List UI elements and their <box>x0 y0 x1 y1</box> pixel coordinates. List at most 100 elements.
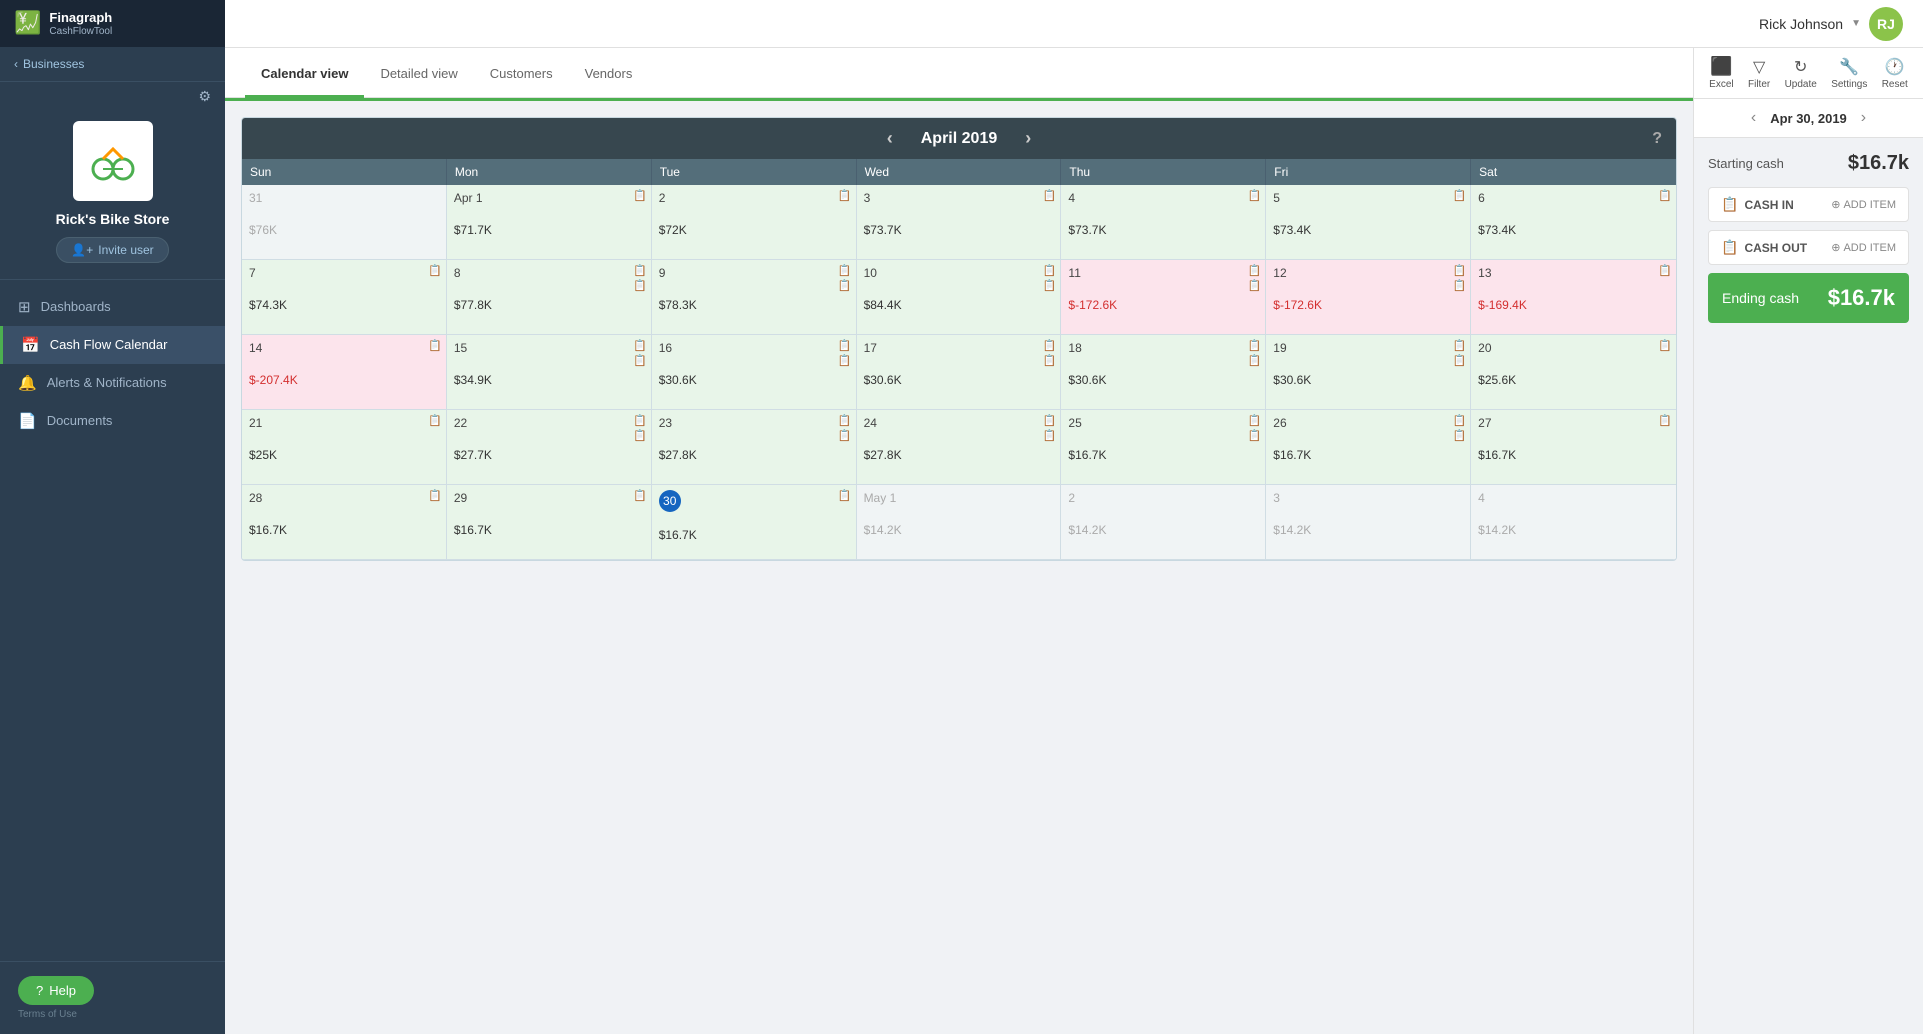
cell-add-icon[interactable]: 📋 <box>1452 354 1466 367</box>
cell-add-icon[interactable]: 📋 <box>1043 354 1057 367</box>
calendar-cell[interactable]: 📋📋11$-172.6K <box>1061 260 1266 335</box>
calendar-cell[interactable]: 📋📋18$30.6K <box>1061 335 1266 410</box>
prev-month-button[interactable]: ‹ <box>879 128 901 149</box>
calendar-cell[interactable]: May 1$14.2K <box>857 485 1062 560</box>
calendar-cell[interactable]: 2$14.2K <box>1061 485 1266 560</box>
calendar-cell[interactable]: 4$14.2K <box>1471 485 1676 560</box>
next-date-button[interactable]: › <box>1861 109 1866 127</box>
cell-edit-icon[interactable]: 📋 <box>1658 189 1672 202</box>
cell-edit-icon[interactable]: 📋 <box>1658 264 1672 277</box>
invite-user-button[interactable]: 👤+ Invite user <box>56 237 168 263</box>
calendar-cell[interactable]: 📋📋24$27.8K <box>857 410 1062 485</box>
cell-add-icon[interactable]: 📋 <box>1248 429 1262 442</box>
cell-edit-icon[interactable]: 📋 <box>633 189 647 202</box>
cell-edit-icon[interactable]: 📋 <box>1248 414 1262 427</box>
cell-add-icon[interactable]: 📋 <box>838 429 852 442</box>
calendar-cell[interactable]: 📋📋8$77.8K <box>447 260 652 335</box>
update-button[interactable]: ↻ Update <box>1785 57 1817 90</box>
tab-vendors[interactable]: Vendors <box>569 52 649 98</box>
cell-edit-icon[interactable]: 📋 <box>1658 339 1672 352</box>
terms-link[interactable]: Terms of Use <box>18 1009 207 1020</box>
tab-detailed-view[interactable]: Detailed view <box>364 52 473 98</box>
calendar-cell[interactable]: 📋2$72K <box>652 185 857 260</box>
calendar-cell[interactable]: 📋13$-169.4K <box>1471 260 1676 335</box>
cell-add-icon[interactable]: 📋 <box>1043 429 1057 442</box>
calendar-cell[interactable]: 📋📋16$30.6K <box>652 335 857 410</box>
cell-edit-icon[interactable]: 📋 <box>838 339 852 352</box>
cell-edit-icon[interactable]: 📋 <box>1452 189 1466 202</box>
calendar-cell[interactable]: 📋📋22$27.7K <box>447 410 652 485</box>
cell-edit-icon[interactable]: 📋 <box>838 414 852 427</box>
cell-add-icon[interactable]: 📋 <box>1452 429 1466 442</box>
calendar-cell[interactable]: 📋📋12$-172.6K <box>1266 260 1471 335</box>
calendar-cell[interactable]: 📋📋23$27.8K <box>652 410 857 485</box>
calendar-cell[interactable]: 📋📋19$30.6K <box>1266 335 1471 410</box>
cell-edit-icon[interactable]: 📋 <box>838 489 852 502</box>
cell-edit-icon[interactable]: 📋 <box>1452 339 1466 352</box>
cell-edit-icon[interactable]: 📋 <box>1248 189 1262 202</box>
cell-add-icon[interactable]: 📋 <box>1248 354 1262 367</box>
calendar-cell[interactable]: 📋📋9$78.3K <box>652 260 857 335</box>
cell-edit-icon[interactable]: 📋 <box>1043 189 1057 202</box>
cell-edit-icon[interactable]: 📋 <box>838 264 852 277</box>
calendar-cell[interactable]: 3$14.2K <box>1266 485 1471 560</box>
calendar-cell[interactable]: 📋📋26$16.7K <box>1266 410 1471 485</box>
settings-button[interactable]: 🔧 Settings <box>1831 57 1867 90</box>
cell-add-icon[interactable]: 📋 <box>1452 279 1466 292</box>
next-month-button[interactable]: › <box>1017 128 1039 149</box>
cell-edit-icon[interactable]: 📋 <box>838 189 852 202</box>
cell-edit-icon[interactable]: 📋 <box>1658 414 1672 427</box>
sidebar-item-dashboards[interactable]: ⊞ Dashboards <box>0 288 225 326</box>
calendar-cell[interactable]: 📋7$74.3K <box>242 260 447 335</box>
calendar-cell[interactable]: 📋Apr 1$71.7K <box>447 185 652 260</box>
reset-button[interactable]: 🕐 Reset <box>1882 57 1908 90</box>
cell-add-icon[interactable]: 📋 <box>633 354 647 367</box>
cell-edit-icon[interactable]: 📋 <box>1043 414 1057 427</box>
calendar-cell[interactable]: 📋4$73.7K <box>1061 185 1266 260</box>
cash-in-add-button[interactable]: ⊕ ADD ITEM <box>1831 198 1896 211</box>
cell-edit-icon[interactable]: 📋 <box>1043 339 1057 352</box>
cell-edit-icon[interactable]: 📋 <box>633 339 647 352</box>
sidebar-item-cash-flow-calendar[interactable]: 📅 Cash Flow Calendar <box>0 326 225 364</box>
cell-add-icon[interactable]: 📋 <box>1248 279 1262 292</box>
cell-edit-icon[interactable]: 📋 <box>633 264 647 277</box>
cell-edit-icon[interactable]: 📋 <box>1452 264 1466 277</box>
excel-button[interactable]: ⬛ Excel <box>1709 56 1733 90</box>
calendar-cell[interactable]: 📋28$16.7K <box>242 485 447 560</box>
cell-edit-icon[interactable]: 📋 <box>633 414 647 427</box>
sidebar-item-documents[interactable]: 📄 Documents <box>0 402 225 440</box>
calendar-cell[interactable]: 📋📋15$34.9K <box>447 335 652 410</box>
cell-add-icon[interactable]: 📋 <box>1043 279 1057 292</box>
cell-add-icon[interactable]: 📋 <box>633 429 647 442</box>
cell-edit-icon[interactable]: 📋 <box>1043 264 1057 277</box>
calendar-cell[interactable]: 📋29$16.7K <box>447 485 652 560</box>
calendar-cell[interactable]: 📋6$73.4K <box>1471 185 1676 260</box>
cell-edit-icon[interactable]: 📋 <box>428 339 442 352</box>
calendar-cell[interactable]: 📋14$-207.4K <box>242 335 447 410</box>
calendar-cell[interactable]: 📋20$25.6K <box>1471 335 1676 410</box>
calendar-cell[interactable]: 📋5$73.4K <box>1266 185 1471 260</box>
cell-add-icon[interactable]: 📋 <box>633 279 647 292</box>
sidebar-item-alerts[interactable]: 🔔 Alerts & Notifications <box>0 364 225 402</box>
help-button[interactable]: ? Help <box>18 976 94 1005</box>
calendar-cell[interactable]: 📋📋10$84.4K <box>857 260 1062 335</box>
calendar-cell[interactable]: 31$76K <box>242 185 447 260</box>
cell-edit-icon[interactable]: 📋 <box>1248 264 1262 277</box>
cell-edit-icon[interactable]: 📋 <box>428 414 442 427</box>
filter-button[interactable]: ▽ Filter <box>1748 57 1770 90</box>
tab-customers[interactable]: Customers <box>474 52 569 98</box>
cell-edit-icon[interactable]: 📋 <box>633 489 647 502</box>
calendar-cell[interactable]: 📋27$16.7K <box>1471 410 1676 485</box>
user-dropdown-caret[interactable]: ▼ <box>1851 18 1861 29</box>
back-businesses-link[interactable]: ‹ Businesses <box>0 47 225 82</box>
cash-out-add-button[interactable]: ⊕ ADD ITEM <box>1831 241 1896 254</box>
calendar-cell[interactable]: 📋21$25K <box>242 410 447 485</box>
cell-add-icon[interactable]: 📋 <box>838 354 852 367</box>
calendar-cell[interactable]: 📋30$16.7K <box>652 485 857 560</box>
calendar-cell[interactable]: 📋📋25$16.7K <box>1061 410 1266 485</box>
calendar-cell[interactable]: 📋📋17$30.6K <box>857 335 1062 410</box>
settings-icon[interactable]: ⚙ <box>198 88 211 105</box>
tab-calendar-view[interactable]: Calendar view <box>245 52 364 98</box>
calendar-help-icon[interactable]: ? <box>1652 130 1662 148</box>
prev-date-button[interactable]: ‹ <box>1751 109 1756 127</box>
